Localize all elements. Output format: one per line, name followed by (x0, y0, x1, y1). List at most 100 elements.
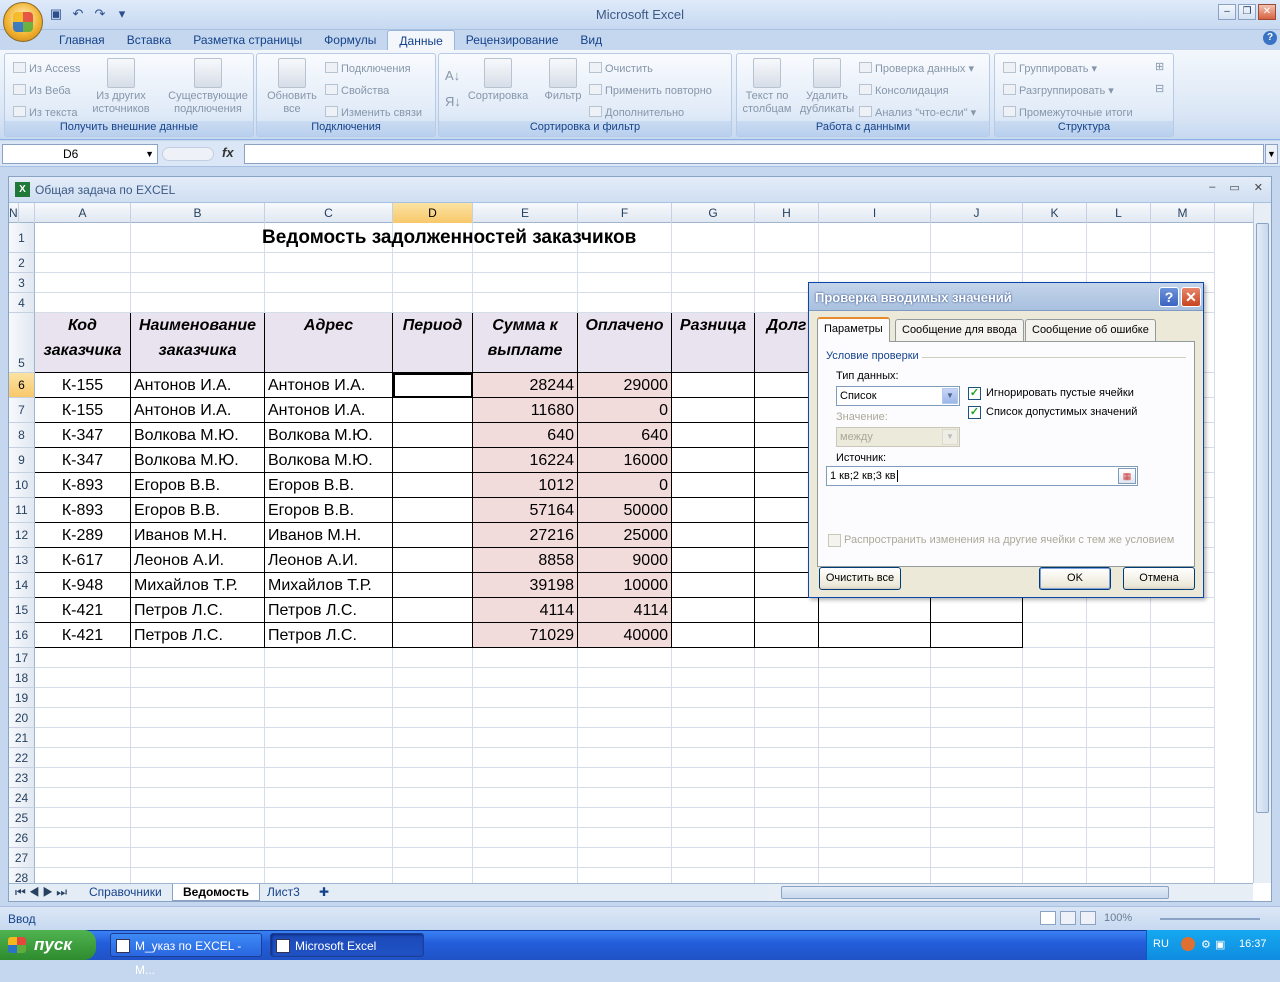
zoom-level[interactable]: 100% (1104, 912, 1132, 924)
grid-cell[interactable] (1087, 623, 1151, 648)
code-cell[interactable]: К-948 (35, 573, 131, 598)
row-header-17[interactable]: 17 (9, 648, 35, 668)
row-header-18[interactable]: 18 (9, 668, 35, 688)
row-header-5[interactable]: 5 (9, 313, 35, 373)
grid-cell[interactable] (393, 848, 473, 868)
grid-cell[interactable] (1151, 708, 1215, 728)
grid-cell[interactable] (755, 223, 819, 253)
address-cell[interactable]: Антонов И.А. (265, 398, 393, 423)
address-cell[interactable]: Петров Л.С. (265, 623, 393, 648)
column-header-j[interactable]: J (931, 203, 1023, 223)
grid-cell[interactable] (1087, 788, 1151, 808)
table-header-cell[interactable]: Оплачено (578, 313, 672, 373)
paid-cell[interactable]: 0 (578, 398, 672, 423)
subtotal-button[interactable]: Промежуточные итоги (1003, 106, 1133, 119)
network-icon[interactable]: ⚙ (1201, 938, 1211, 951)
grid-cell[interactable] (265, 293, 393, 313)
normal-view-icon[interactable] (1040, 911, 1056, 925)
grid-cell[interactable] (819, 648, 931, 668)
row-header-27[interactable]: 27 (9, 848, 35, 868)
address-cell[interactable]: Волкова М.Ю. (265, 448, 393, 473)
grid-cell[interactable] (393, 728, 473, 748)
grid-cell[interactable] (131, 748, 265, 768)
grid-cell[interactable] (131, 768, 265, 788)
grid-cell[interactable] (819, 848, 931, 868)
cancel-button[interactable]: Отмена (1123, 567, 1195, 590)
grid-cell[interactable] (131, 848, 265, 868)
debt-cell[interactable] (755, 623, 819, 648)
grid-cell[interactable] (755, 688, 819, 708)
code-cell[interactable]: К-155 (35, 373, 131, 398)
grid-cell[interactable] (755, 728, 819, 748)
grid-cell[interactable] (1151, 598, 1215, 623)
grid-cell[interactable] (931, 808, 1023, 828)
sheet-nav-icons[interactable]: ⏮◀▶⏭ (13, 884, 72, 901)
grid-cell[interactable] (35, 223, 131, 253)
cell[interactable] (931, 598, 1023, 623)
grid-cell[interactable] (672, 848, 755, 868)
zoom-slider[interactable] (1160, 918, 1260, 920)
grid-cell[interactable] (672, 748, 755, 768)
grid-cell[interactable] (1087, 768, 1151, 788)
amount-cell[interactable]: 11680 (473, 398, 578, 423)
column-header-h[interactable]: H (755, 203, 819, 223)
debt-cell[interactable] (755, 598, 819, 623)
grid-cell[interactable] (1087, 668, 1151, 688)
grid-cell[interactable] (1087, 223, 1151, 253)
tab-settings[interactable]: Параметры (817, 317, 890, 342)
grid-cell[interactable] (35, 828, 131, 848)
minimize-icon[interactable]: – (1209, 181, 1215, 194)
text-to-columns-button[interactable]: Текст по столбцам (739, 58, 795, 116)
grid-cell[interactable] (819, 768, 931, 788)
advanced-filter-button[interactable]: Дополнительно (589, 106, 684, 119)
difference-cell[interactable] (672, 398, 755, 423)
grid-cell[interactable] (1023, 688, 1087, 708)
grid-cell[interactable] (1087, 253, 1151, 273)
grid-cell[interactable] (265, 728, 393, 748)
amount-cell[interactable]: 71029 (473, 623, 578, 648)
grid-cell[interactable] (931, 748, 1023, 768)
sheet-tab-references[interactable]: Справочники (79, 884, 172, 901)
grid-cell[interactable] (265, 848, 393, 868)
consolidate-button[interactable]: Консолидация (859, 84, 949, 97)
grid-cell[interactable] (1151, 223, 1215, 253)
grid-cell[interactable] (578, 748, 672, 768)
grid-cell[interactable] (473, 848, 578, 868)
grid-cell[interactable] (1151, 768, 1215, 788)
office-button[interactable] (3, 2, 43, 42)
sort-button[interactable]: Сортировка (465, 58, 531, 103)
edit-links-button[interactable]: Изменить связи (325, 106, 422, 119)
tab-insert[interactable]: Вставка (116, 30, 183, 50)
grid-cell[interactable] (131, 708, 265, 728)
grid-cell[interactable] (473, 808, 578, 828)
task-word-document[interactable]: М_указ по EXCEL - M... (110, 933, 262, 977)
sheet-tab-sheet3[interactable]: Лист3 (257, 884, 310, 901)
row-header-4[interactable]: 4 (9, 293, 35, 313)
grid-cell[interactable] (578, 788, 672, 808)
amount-cell[interactable]: 28244 (473, 373, 578, 398)
tab-data[interactable]: Данные (387, 30, 455, 50)
name-cell[interactable]: Иванов М.Н. (131, 523, 265, 548)
grid-cell[interactable] (578, 253, 672, 273)
grid-cell[interactable] (931, 668, 1023, 688)
grid-cell[interactable] (672, 253, 755, 273)
tab-review[interactable]: Рецензирование (455, 30, 570, 50)
whatif-button[interactable]: Анализ "что-если" ▾ (859, 106, 976, 119)
grid-cell[interactable] (35, 688, 131, 708)
grid-cell[interactable] (393, 748, 473, 768)
from-text-button[interactable]: Из текста (13, 106, 78, 119)
grid-cell[interactable] (265, 808, 393, 828)
difference-cell[interactable] (672, 448, 755, 473)
grid-cell[interactable] (35, 728, 131, 748)
grid-cell[interactable] (131, 688, 265, 708)
address-cell[interactable]: Волкова М.Ю. (265, 423, 393, 448)
grid-cell[interactable] (1087, 708, 1151, 728)
column-header-c[interactable]: C (265, 203, 393, 223)
row-header-21[interactable]: 21 (9, 728, 35, 748)
column-header-k[interactable]: K (1023, 203, 1087, 223)
grid-cell[interactable] (265, 273, 393, 293)
amount-cell[interactable]: 1012 (473, 473, 578, 498)
grid-cell[interactable] (931, 648, 1023, 668)
code-cell[interactable]: К-289 (35, 523, 131, 548)
grid-cell[interactable] (1151, 623, 1215, 648)
